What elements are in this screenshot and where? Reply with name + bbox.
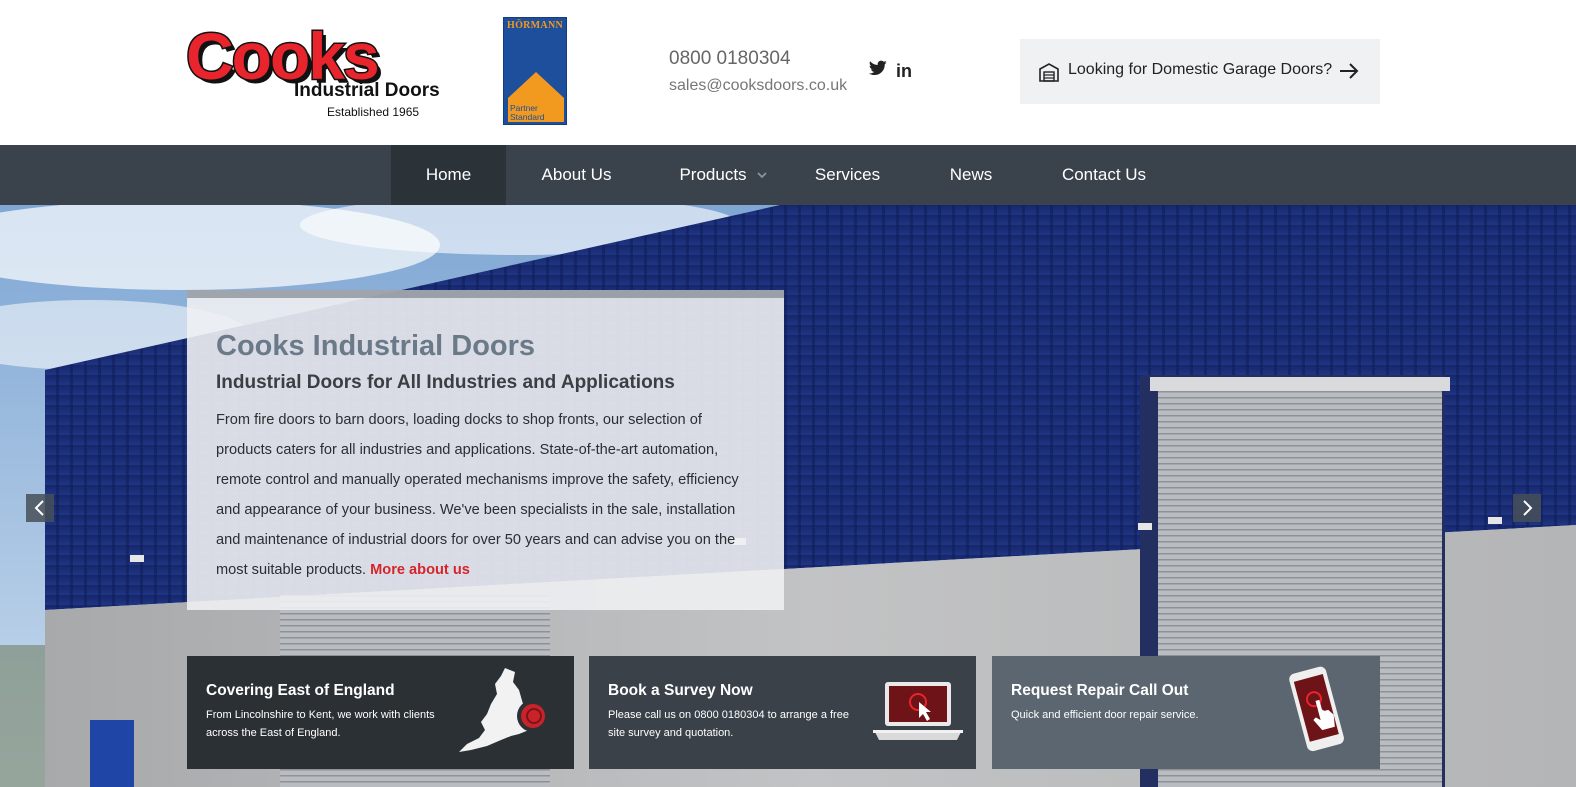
tile-book-a-survey[interactable]: Book a Survey Now Please call us on 0800… — [589, 656, 976, 769]
chevron-left-icon — [34, 500, 44, 516]
hero-subtitle: Industrial Doors for All Industries and … — [216, 372, 675, 393]
nav-item-news[interactable]: News — [932, 145, 1010, 205]
partner-line-2: Standard — [510, 112, 545, 122]
tile-request-repair-call-out[interactable]: Request Repair Call Out Quick and effici… — [992, 656, 1380, 769]
hero-title: Cooks Industrial Doors — [216, 330, 536, 362]
header-phone[interactable]: 0800 0180304 — [669, 48, 791, 70]
england-map-icon — [459, 668, 549, 752]
hero-body-text: From fire doors to barn doors, loading d… — [216, 412, 739, 578]
garage-icon — [1039, 63, 1059, 82]
slider-next-button[interactable] — [1513, 494, 1541, 522]
logo-established: Established 1965 — [327, 105, 420, 119]
nav-item-services[interactable]: Services — [800, 145, 895, 205]
header-email[interactable]: sales@cooksdoors.co.uk — [669, 77, 847, 95]
site-logo[interactable]: Cooks Industrial Doors Established 1965 — [185, 14, 462, 122]
nav-item-contact-us[interactable]: Contact Us — [1045, 145, 1163, 205]
tile-text: Please call us on 0800 0180304 to arrang… — [608, 709, 849, 739]
laptop-icon — [873, 682, 963, 740]
more-about-us-link[interactable]: More about us — [370, 562, 470, 578]
hormann-partner-badge[interactable]: HÖRMANN Partner Standard — [503, 17, 567, 125]
hero-slider: Cooks Industrial Doors Industrial Doors … — [0, 205, 1576, 787]
nav-item-home[interactable]: Home — [391, 145, 506, 205]
twitter-icon[interactable] — [868, 60, 889, 82]
main-nav: Home About Us Products Services News Con… — [0, 145, 1576, 205]
nav-item-products[interactable]: Products — [664, 145, 762, 205]
site-header: Cooks Industrial Doors Established 1965 … — [0, 0, 1576, 145]
tile-title: Book a Survey Now — [608, 682, 753, 699]
domestic-garage-doors-label: Looking for Domestic Garage Doors? — [1068, 61, 1333, 78]
nav-item-about-us[interactable]: About Us — [524, 145, 629, 205]
logo-subtitle: Industrial Doors — [294, 80, 440, 101]
hero-body: From fire doors to barn doors, loading d… — [216, 405, 761, 585]
tile-title: Covering East of England — [206, 682, 395, 699]
hero-intro-panel: Cooks Industrial Doors Industrial Doors … — [187, 290, 784, 610]
partner-house-roof-icon — [508, 72, 564, 98]
slider-prev-button[interactable] — [26, 494, 54, 522]
tile-title: Request Repair Call Out — [1011, 682, 1189, 699]
domestic-garage-doors-button[interactable]: Looking for Domestic Garage Doors? — [1020, 39, 1380, 104]
linkedin-icon[interactable]: in — [896, 60, 916, 82]
tile-text: From Lincolnshire to Kent, we work with … — [206, 709, 435, 739]
smartphone-touch-icon — [1289, 666, 1344, 752]
tile-covering-east-of-england[interactable]: Covering East of England From Lincolnshi… — [187, 656, 574, 769]
chevron-down-icon[interactable] — [756, 169, 768, 181]
partner-brand: HÖRMANN — [507, 20, 563, 31]
partner-level: Partner Standard — [510, 104, 545, 122]
chevron-right-icon — [1523, 500, 1533, 516]
tile-text: Quick and efficient door repair service. — [1011, 709, 1199, 721]
arrow-right-icon — [1340, 63, 1359, 79]
